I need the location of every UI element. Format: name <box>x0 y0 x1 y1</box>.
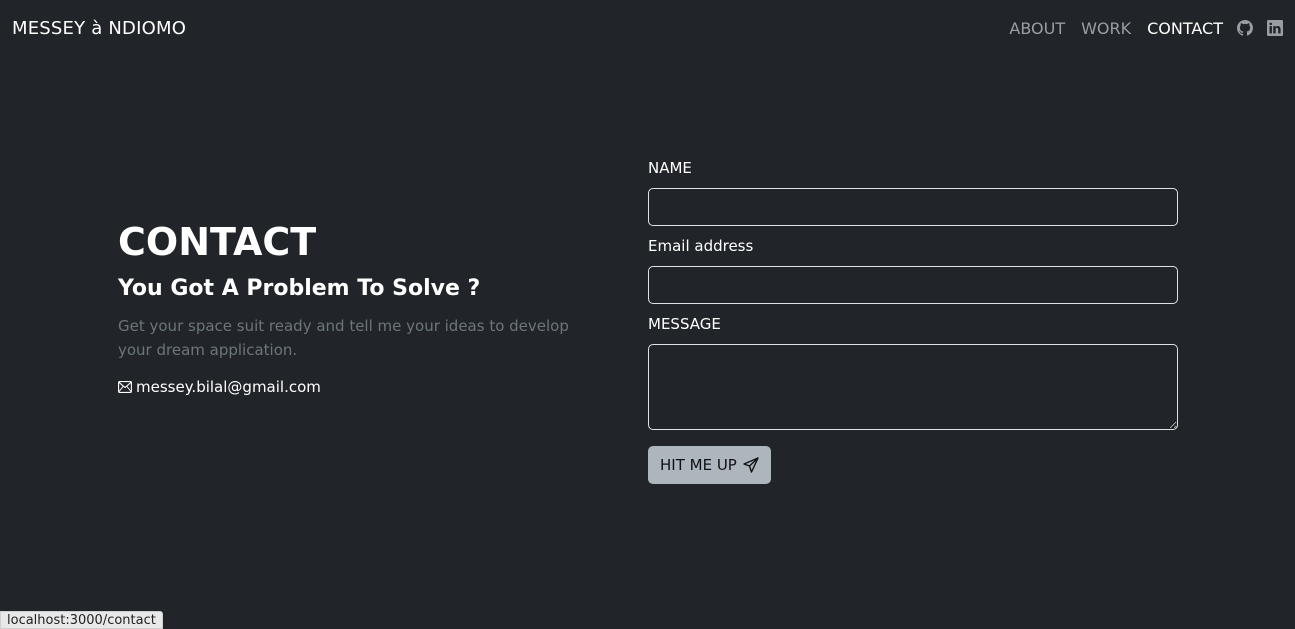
submit-button-label: HIT ME UP <box>660 456 737 474</box>
submit-button[interactable]: HIT ME UP <box>648 446 771 484</box>
message-textarea[interactable] <box>648 344 1178 430</box>
linkedin-icon[interactable] <box>1267 20 1283 36</box>
envelope-icon <box>118 381 132 393</box>
nav-link-work[interactable]: WORK <box>1081 19 1131 38</box>
contact-form: NAME Email address MESSAGE HIT ME UP <box>648 158 1178 484</box>
github-icon[interactable] <box>1237 20 1253 36</box>
name-label: NAME <box>648 159 692 177</box>
brand-link[interactable]: MESSEY à NDIOMO <box>12 18 186 39</box>
status-bar-url: localhost:3000/contact <box>0 611 163 629</box>
nav-links: ABOUT WORK CONTACT <box>993 19 1283 38</box>
navbar: MESSEY à NDIOMO ABOUT WORK CONTACT <box>0 0 1295 56</box>
contact-email[interactable]: messey.bilal@gmail.com <box>136 378 321 396</box>
nav-link-about[interactable]: ABOUT <box>1009 19 1065 38</box>
contact-description: Get your space suit ready and tell me yo… <box>118 317 569 359</box>
name-input[interactable] <box>648 188 1178 226</box>
contact-info: CONTACT You Got A Problem To Solve ? Get… <box>118 220 598 396</box>
page-title: CONTACT <box>118 220 317 264</box>
contact-subtitle: You Got A Problem To Solve ? <box>118 276 481 301</box>
email-row: messey.bilal@gmail.com <box>118 378 598 396</box>
nav-link-contact[interactable]: CONTACT <box>1147 19 1223 38</box>
message-label: MESSAGE <box>648 315 721 333</box>
email-label: Email address <box>648 237 754 255</box>
send-icon <box>743 457 759 473</box>
email-input[interactable] <box>648 266 1178 304</box>
